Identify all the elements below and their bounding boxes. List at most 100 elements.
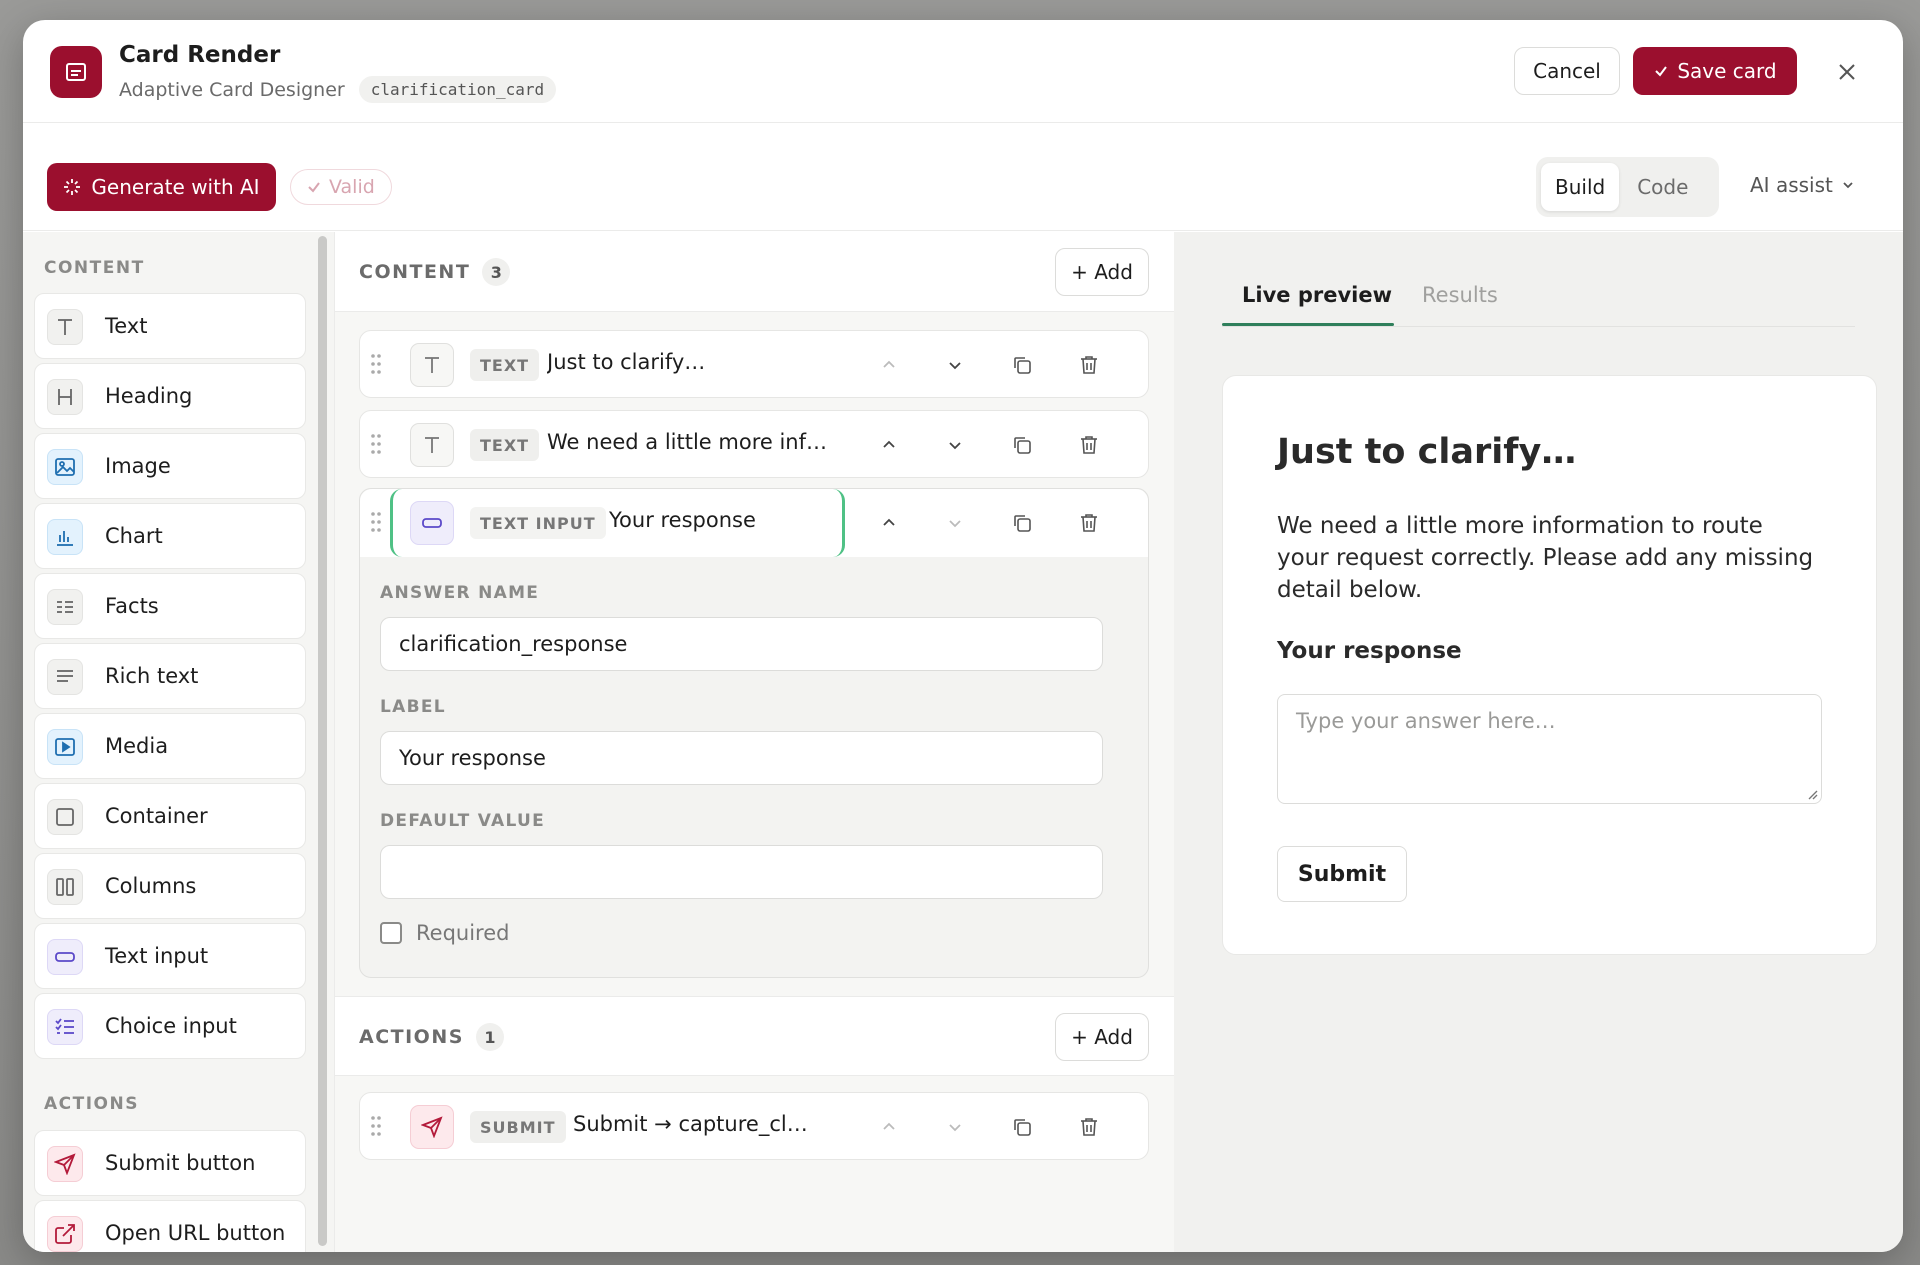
- close-icon[interactable]: [1833, 58, 1861, 86]
- default-value-field[interactable]: [380, 845, 1103, 899]
- palette-item-chart[interactable]: Chart: [34, 503, 306, 569]
- textarea-placeholder: Type your answer here…: [1296, 709, 1556, 733]
- answer-name-label: ANSWER NAME: [380, 583, 540, 603]
- card-title: Just to clarify…: [1277, 432, 1577, 472]
- palette-item-label: Image: [105, 454, 171, 478]
- delete-icon[interactable]: [1075, 509, 1103, 537]
- open-url-icon: [47, 1216, 83, 1252]
- duplicate-icon[interactable]: [1008, 1113, 1036, 1141]
- move-up-icon[interactable]: [875, 1113, 903, 1141]
- palette-item-text-input[interactable]: Text input: [34, 923, 306, 989]
- palette-item-heading[interactable]: Heading: [34, 363, 306, 429]
- tab-results[interactable]: Results: [1422, 283, 1498, 307]
- add-content-button[interactable]: + Add: [1055, 248, 1149, 296]
- palette-item-label: Chart: [105, 524, 163, 548]
- palette-item-rich-text[interactable]: Rich text: [34, 643, 306, 709]
- element-palette: CONTENT Text Heading Image Chart Facts R…: [23, 232, 335, 1252]
- card-body-text: We need a little more information to rou…: [1277, 513, 1814, 603]
- move-up-icon[interactable]: [875, 431, 903, 459]
- drag-handle-icon[interactable]: [370, 353, 382, 375]
- resize-handle-icon[interactable]: [1806, 788, 1818, 800]
- designer-subtitle: Adaptive Card Designer: [119, 78, 345, 101]
- generate-with-ai-button[interactable]: Generate with AI: [47, 163, 276, 211]
- palette-item-image[interactable]: Image: [34, 433, 306, 499]
- content-heading-label: CONTENT: [359, 261, 471, 283]
- structure-panel: CONTENT 3 + Add TEXT Just to clarify… TE…: [335, 232, 1174, 1252]
- element-summary: Your response: [609, 508, 756, 532]
- facts-icon: [47, 589, 83, 625]
- required-checkbox-row[interactable]: Required: [380, 921, 509, 945]
- heading-icon: [47, 379, 83, 415]
- required-checkbox[interactable]: [380, 922, 402, 944]
- palette-item-label: Text: [105, 314, 148, 338]
- actions-heading-label: ACTIONS: [359, 1026, 464, 1048]
- duplicate-icon[interactable]: [1008, 431, 1036, 459]
- palette-item-label: Columns: [105, 874, 197, 898]
- code-mode-tab[interactable]: Code: [1623, 163, 1702, 211]
- element-type-badge: TEXT: [470, 429, 540, 461]
- palette-item-open-url-button[interactable]: Open URL button: [34, 1200, 306, 1252]
- submit-icon: [410, 1105, 454, 1149]
- delete-icon[interactable]: [1075, 351, 1103, 379]
- cancel-button[interactable]: Cancel: [1514, 47, 1620, 95]
- modal-header: Card Render Adaptive Card Designer clari…: [23, 20, 1903, 123]
- add-action-button[interactable]: + Add: [1055, 1013, 1149, 1061]
- move-down-icon[interactable]: [941, 351, 969, 379]
- duplicate-icon[interactable]: [1008, 509, 1036, 537]
- palette-actions-heading: ACTIONS: [44, 1094, 139, 1114]
- view-mode-switch: Build Code: [1536, 157, 1719, 217]
- save-card-label: Save card: [1677, 59, 1777, 83]
- label-field-label: LABEL: [380, 697, 446, 717]
- sparkle-icon: [64, 179, 81, 195]
- preview-tabs: Live preview Results: [1222, 277, 1855, 327]
- palette-scrollbar[interactable]: [318, 236, 327, 1246]
- palette-item-label: Rich text: [105, 664, 199, 688]
- drag-handle-icon[interactable]: [370, 433, 382, 455]
- actions-count-badge: 1: [475, 1023, 504, 1051]
- valid-label: Valid: [329, 176, 375, 198]
- media-icon: [47, 729, 83, 765]
- card-response-textarea[interactable]: Type your answer here…: [1277, 694, 1822, 804]
- palette-item-label: Heading: [105, 384, 193, 408]
- palette-item-text[interactable]: Text: [34, 293, 306, 359]
- action-row[interactable]: SUBMIT Submit → capture_cl…: [359, 1092, 1149, 1160]
- palette-item-container[interactable]: Container: [34, 783, 306, 849]
- drag-handle-icon[interactable]: [370, 1115, 382, 1137]
- palette-item-facts[interactable]: Facts: [34, 573, 306, 639]
- tab-live-preview[interactable]: Live preview: [1242, 283, 1392, 307]
- adaptive-card-preview: Just to clarify… We need a little more i…: [1222, 375, 1877, 955]
- designer-toolbar: Generate with AI Valid Build Code AI ass…: [23, 123, 1903, 231]
- delete-icon[interactable]: [1075, 1113, 1103, 1141]
- move-up-icon[interactable]: [875, 509, 903, 537]
- build-mode-tab[interactable]: Build: [1541, 163, 1620, 211]
- palette-item-columns[interactable]: Columns: [34, 853, 306, 919]
- modal-title: Card Render: [119, 42, 281, 68]
- content-section-header: CONTENT 3 + Add: [335, 232, 1174, 312]
- duplicate-icon[interactable]: [1008, 351, 1036, 379]
- label-field[interactable]: Your response: [380, 731, 1103, 785]
- move-down-icon[interactable]: [941, 509, 969, 537]
- default-value-label: DEFAULT VALUE: [380, 811, 546, 831]
- move-down-icon[interactable]: [941, 1113, 969, 1141]
- move-up-icon[interactable]: [875, 351, 903, 379]
- move-down-icon[interactable]: [941, 431, 969, 459]
- actions-heading: ACTIONS 1: [359, 1023, 504, 1051]
- palette-item-submit-button[interactable]: Submit button: [34, 1130, 306, 1196]
- delete-icon[interactable]: [1075, 431, 1103, 459]
- save-card-button[interactable]: Save card: [1633, 47, 1797, 95]
- content-row-selected[interactable]: TEXT INPUT Your response: [360, 489, 1148, 557]
- palette-item-label: Media: [105, 734, 169, 758]
- palette-content-heading: CONTENT: [44, 258, 145, 278]
- palette-item-choice-input[interactable]: Choice input: [34, 993, 306, 1059]
- content-row[interactable]: TEXT We need a little more inf…: [359, 410, 1149, 478]
- content-heading: CONTENT 3: [359, 258, 511, 286]
- text-input-icon: [410, 501, 454, 545]
- modal-subtitle: Adaptive Card Designer clarification_car…: [119, 76, 557, 103]
- content-row[interactable]: TEXT Just to clarify…: [359, 330, 1149, 398]
- preview-panel: Live preview Results Just to clarify… We…: [1174, 232, 1903, 1252]
- drag-handle-icon[interactable]: [370, 511, 382, 533]
- ai-assist-dropdown[interactable]: AI assist: [1750, 173, 1855, 197]
- answer-name-field[interactable]: clarification_response: [380, 617, 1103, 671]
- palette-item-media[interactable]: Media: [34, 713, 306, 779]
- card-submit-button[interactable]: Submit: [1277, 846, 1407, 902]
